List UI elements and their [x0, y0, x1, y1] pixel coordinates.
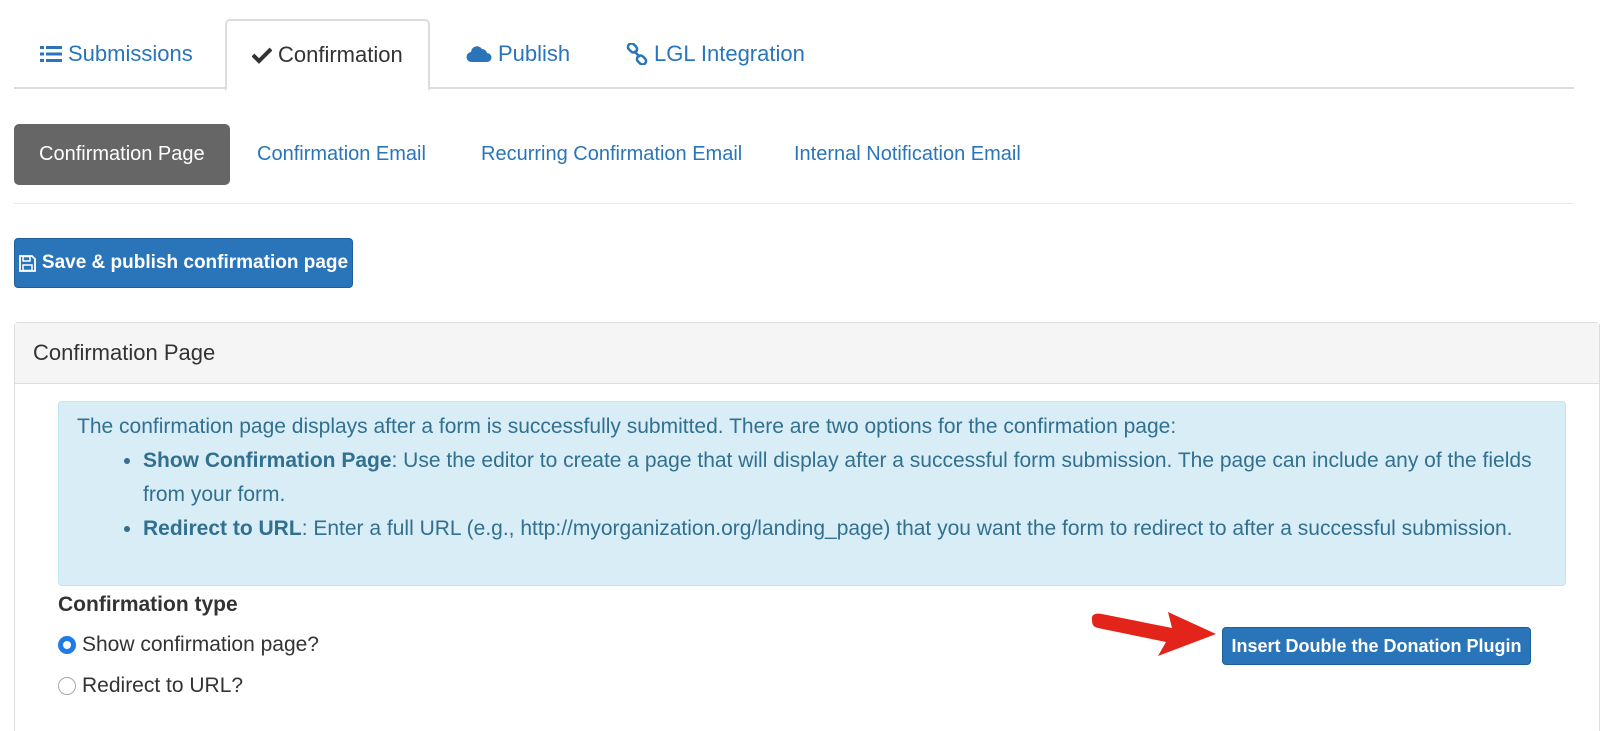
list-item: Show Confirmation Page: Use the editor t…: [143, 444, 1547, 512]
top-tab-bar: Submissions Confirmation Publish LGL Int…: [14, 19, 1574, 91]
radio-button[interactable]: [58, 677, 76, 695]
info-term: Show Confirmation Page: [143, 449, 392, 472]
tab-label: LGL Integration: [654, 41, 805, 66]
radio-button-checked[interactable]: [58, 636, 76, 654]
insert-double-the-donation-plugin-button[interactable]: Insert Double the Donation Plugin: [1222, 627, 1531, 665]
floppy-disk-icon: [19, 254, 36, 272]
save-publish-label: Save & publish confirmation page: [41, 252, 349, 273]
save-publish-button[interactable]: Save & publish confirmation page: [14, 238, 353, 288]
tab-label: Confirmation: [278, 42, 403, 67]
info-alert: The confirmation page displays after a f…: [58, 401, 1566, 586]
tab-lgl-integration[interactable]: LGL Integration: [626, 19, 805, 89]
tab-publish[interactable]: Publish: [466, 19, 570, 89]
info-text: : Enter a full URL (e.g., http://myorgan…: [301, 517, 1513, 540]
tab-submissions[interactable]: Submissions: [40, 19, 193, 89]
radio-label: Redirect to URL?: [82, 674, 244, 697]
confirmation-page-panel: Confirmation Page The confirmation page …: [14, 322, 1600, 731]
subtab-confirmation-page[interactable]: Confirmation Page: [14, 124, 230, 185]
subtab-internal-notification-email[interactable]: Internal Notification Email: [794, 124, 1021, 185]
tab-confirmation[interactable]: Confirmation: [225, 19, 430, 91]
check-icon: [252, 46, 272, 64]
radio-label: Show confirmation page?: [82, 633, 319, 656]
radio-redirect-to-url[interactable]: Redirect to URL?: [58, 674, 243, 698]
subtab-confirmation-email[interactable]: Confirmation Email: [257, 124, 426, 185]
radio-show-confirmation-page[interactable]: Show confirmation page?: [58, 633, 319, 657]
list-icon: [40, 45, 62, 63]
info-term: Redirect to URL: [143, 517, 302, 540]
page: Submissions Confirmation Publish LGL Int…: [0, 0, 1600, 731]
red-arrow-icon: [1091, 612, 1216, 656]
panel-title: Confirmation Page: [15, 323, 1599, 384]
tab-label: Publish: [498, 41, 571, 66]
sub-tab-bar: Confirmation Page Confirmation Email Rec…: [14, 124, 1574, 204]
tab-label: Submissions: [68, 41, 193, 66]
cloud-icon: [466, 45, 492, 63]
info-list: Show Confirmation Page: Use the editor t…: [77, 444, 1547, 546]
link-icon: [626, 43, 648, 65]
info-intro: The confirmation page displays after a f…: [77, 415, 1177, 438]
subtab-recurring-confirmation-email[interactable]: Recurring Confirmation Email: [481, 124, 742, 185]
list-item: Redirect to URL: Enter a full URL (e.g.,…: [143, 512, 1547, 546]
confirmation-type-label: Confirmation type: [58, 593, 238, 616]
